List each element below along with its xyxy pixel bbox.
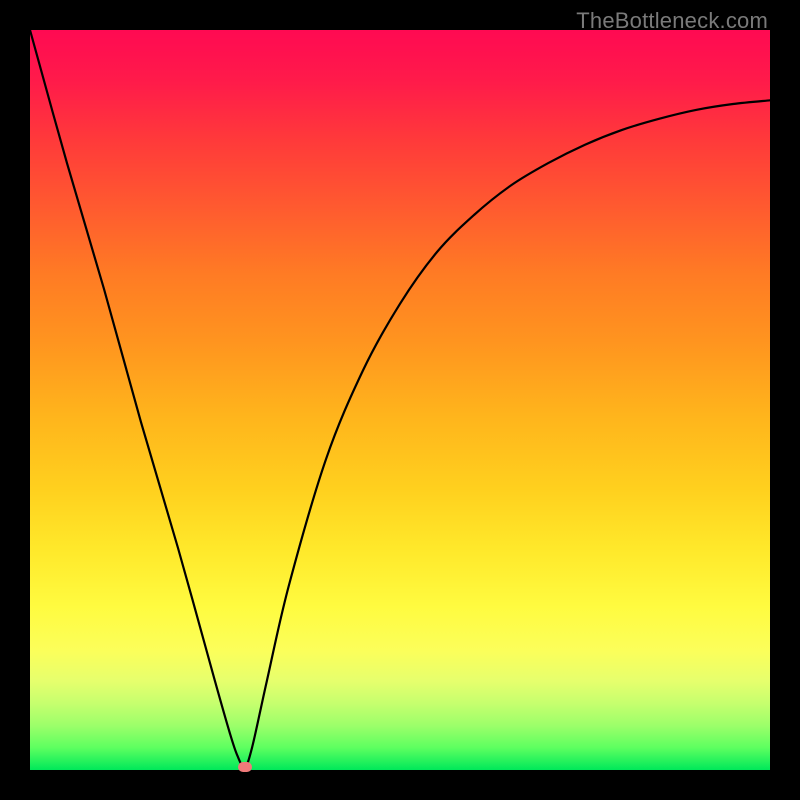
- chart-frame: TheBottleneck.com: [0, 0, 800, 800]
- plot-area: [30, 30, 770, 770]
- minimum-marker: [238, 762, 252, 772]
- bottleneck-curve: [30, 30, 770, 770]
- curve-path: [30, 30, 770, 767]
